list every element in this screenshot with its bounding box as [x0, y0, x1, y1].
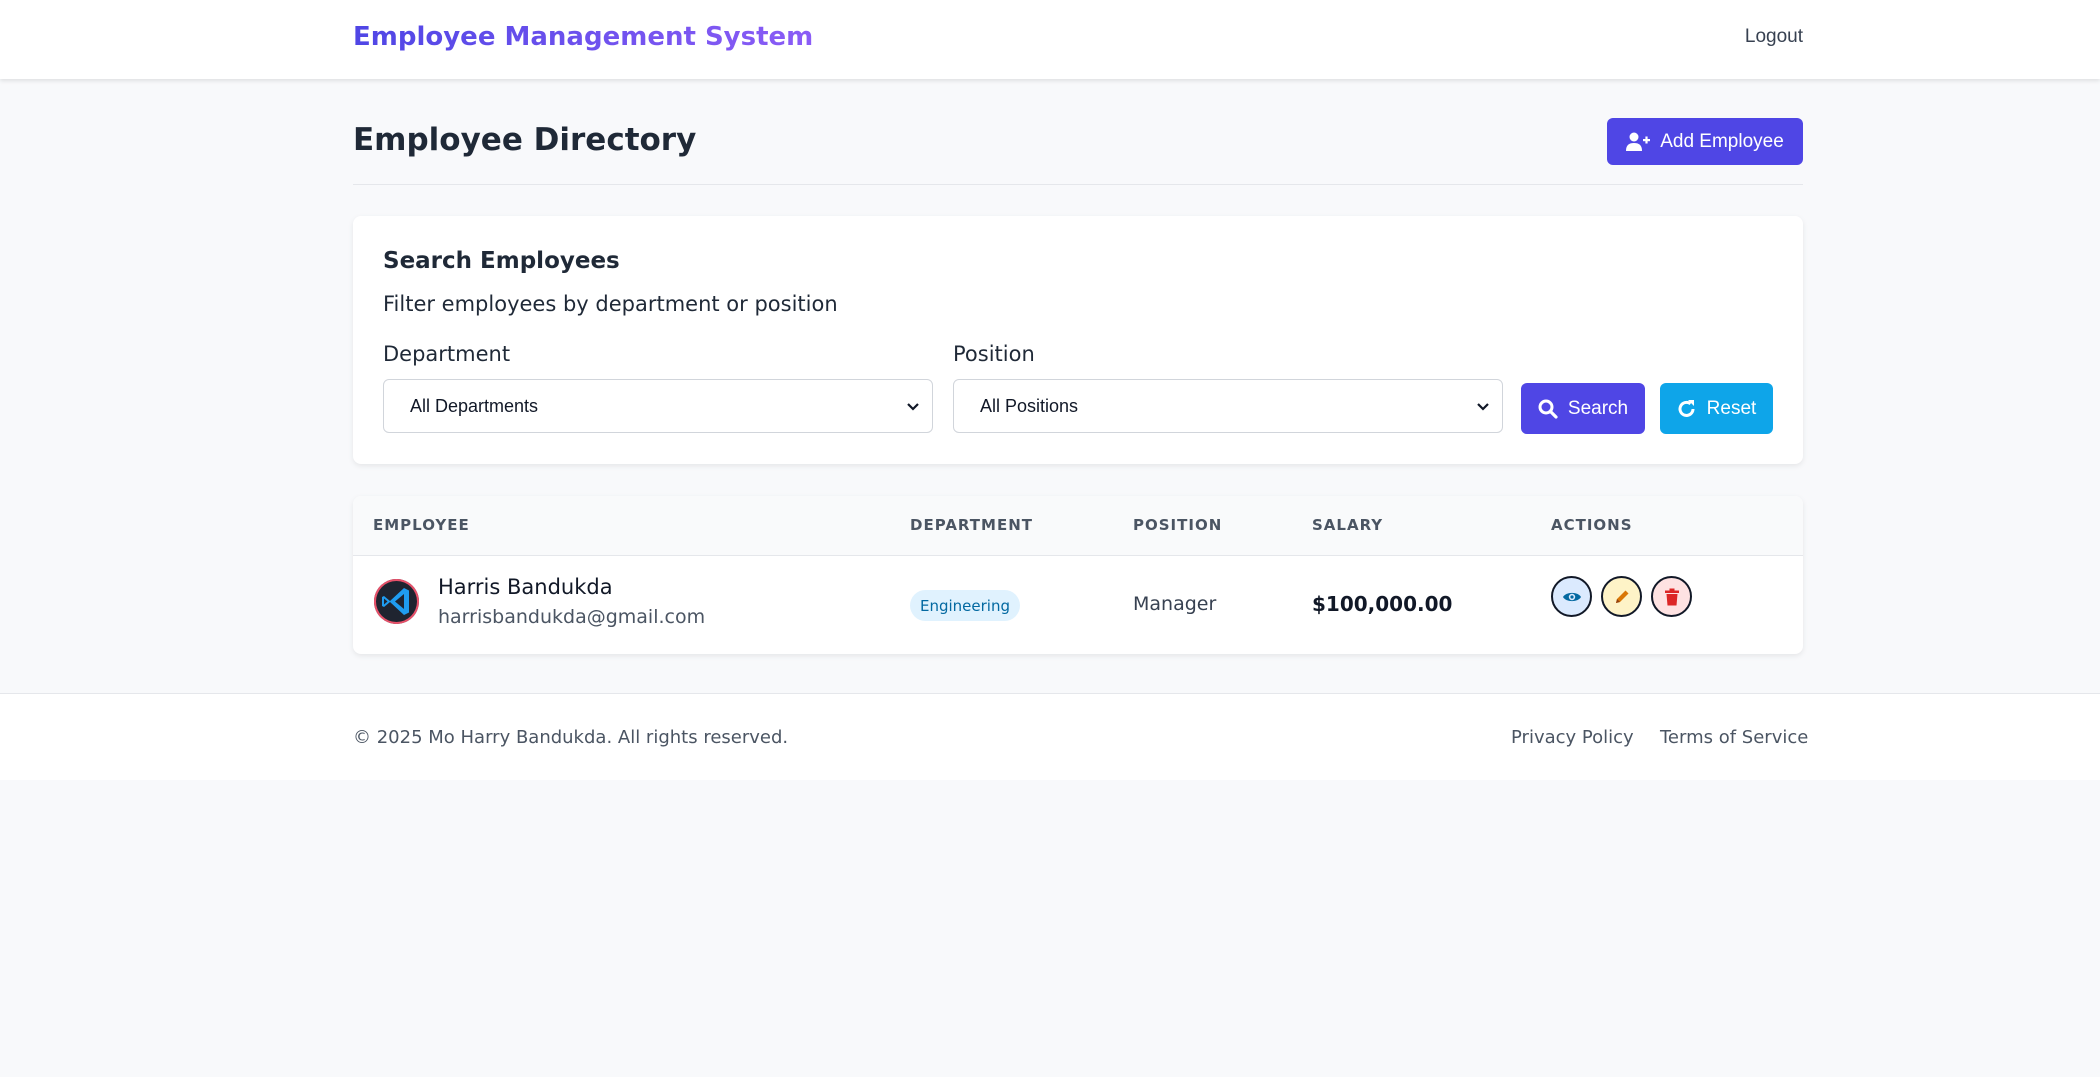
page-header: Employee Directory Add Employee [353, 117, 1803, 185]
eye-icon [1562, 592, 1581, 601]
add-employee-button[interactable]: Add Employee [1607, 118, 1803, 165]
chevron-down-icon [907, 403, 919, 411]
vscode-logo-icon [382, 588, 409, 615]
top-navbar: Employee Management System Logout [0, 0, 2100, 79]
terms-of-service-link[interactable]: Terms of Service [1660, 727, 1808, 748]
chevron-down-icon [1477, 403, 1489, 411]
avatar [374, 579, 419, 624]
column-header-department: DEPARTMENT [910, 516, 1033, 534]
department-badge: Engineering [910, 590, 1020, 621]
search-button-label: Search [1567, 397, 1629, 419]
edit-employee-button[interactable] [1601, 576, 1642, 617]
column-header-employee: EMPLOYEE [373, 516, 470, 534]
reset-button[interactable]: Reset [1660, 383, 1773, 434]
brand-title[interactable]: Employee Management System [353, 22, 813, 52]
department-label: Department [383, 342, 511, 366]
copyright-text: © 2025 Mo Harry Bandukda. All rights res… [353, 727, 789, 748]
department-select[interactable]: All Departments [383, 379, 933, 433]
column-header-actions: ACTIONS [1551, 516, 1633, 534]
position-cell: Manager [1133, 593, 1217, 615]
table-row: Harris Bandukda harrisbandukda@gmail.com… [353, 556, 1803, 654]
reset-button-label: Reset [1706, 397, 1757, 419]
employee-name[interactable]: Harris Bandukda [438, 575, 613, 599]
redo-icon [1678, 399, 1695, 417]
search-card: Search Employees Filter employees by dep… [353, 216, 1803, 464]
position-label: Position [953, 342, 1035, 366]
footer: © 2025 Mo Harry Bandukda. All rights res… [0, 693, 2100, 780]
position-select-value: All Positions [980, 395, 1079, 416]
privacy-policy-link[interactable]: Privacy Policy [1511, 727, 1634, 748]
column-header-salary: SALARY [1312, 516, 1384, 534]
column-header-position: POSITION [1133, 516, 1223, 534]
pencil-icon [1615, 590, 1628, 603]
search-icon [1538, 399, 1558, 419]
search-subtitle: Filter employees by department or positi… [383, 292, 838, 316]
add-employee-label: Add Employee [1660, 130, 1784, 152]
employee-email: harrisbandukda@gmail.com [438, 606, 706, 628]
view-employee-button[interactable] [1551, 576, 1592, 617]
employee-table: EMPLOYEE DEPARTMENT POSITION SALARY ACTI… [353, 496, 1803, 654]
search-title: Search Employees [383, 248, 620, 274]
delete-employee-button[interactable] [1651, 576, 1692, 617]
department-select-value: All Departments [410, 395, 539, 416]
salary-cell: $100,000.00 [1312, 592, 1453, 616]
table-header: EMPLOYEE DEPARTMENT POSITION SALARY ACTI… [353, 496, 1803, 556]
user-plus-icon [1626, 132, 1651, 151]
search-button[interactable]: Search [1521, 383, 1645, 434]
logout-link[interactable]: Logout [1745, 26, 1803, 48]
trash-icon [1664, 588, 1679, 605]
page-title: Employee Directory [353, 122, 697, 158]
position-select[interactable]: All Positions [953, 379, 1503, 433]
